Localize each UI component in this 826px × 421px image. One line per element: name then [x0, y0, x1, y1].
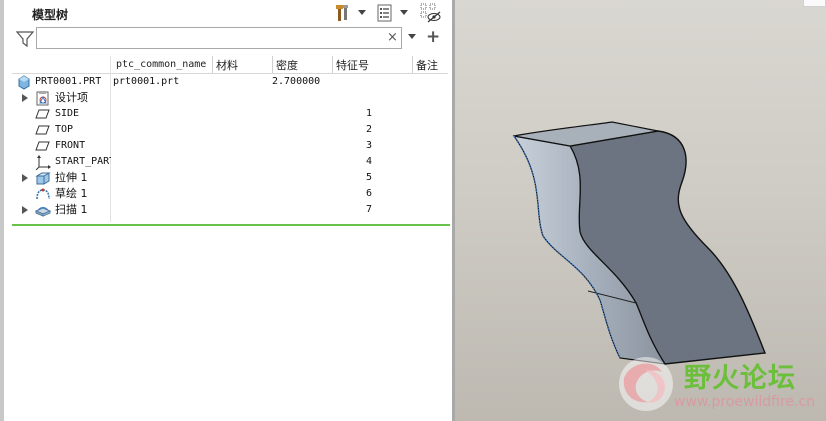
tree-item-label: SIDE [55, 108, 80, 119]
tree-item-label: PRT0001.PRT [35, 76, 102, 87]
tree-item-label: START_PART [55, 156, 111, 167]
expand-arrow-icon[interactable] [22, 206, 28, 214]
expand-arrow-icon[interactable] [22, 94, 28, 102]
panel-title: 模型树 [32, 8, 69, 22]
feature-number-cell: 1 [366, 108, 373, 119]
feature-number-cell: 4 [366, 156, 373, 167]
column-header-density[interactable]: 密度 [276, 57, 298, 73]
insert-here-indicator[interactable] [12, 224, 450, 226]
datum-plane-icon [35, 106, 51, 122]
design-items-icon [35, 90, 51, 106]
density-cell: 2.700000 [272, 76, 321, 87]
part-icon [16, 74, 32, 90]
tree-item-label: 扫描 1 [55, 203, 88, 216]
tree-item-label: 设计项 [55, 91, 88, 104]
tree-row-design-items[interactable]: 设计项 [4, 90, 452, 106]
search-input[interactable] [36, 27, 402, 49]
feature-number-cell: 5 [366, 172, 373, 183]
tree-row-sketch[interactable]: 草绘 1 6 [4, 186, 452, 202]
column-header-feature-number[interactable]: 特征号 [336, 57, 369, 73]
sketch-icon [35, 186, 51, 202]
common-name-cell: prt0001.prt [113, 76, 180, 87]
column-divider[interactable] [412, 56, 413, 74]
coordinate-system-icon [35, 154, 51, 171]
tree-row-side[interactable]: SIDE 1 [4, 106, 452, 122]
clear-search-icon[interactable]: × [387, 30, 398, 45]
settings-tools-icon[interactable] [332, 2, 352, 24]
feature-number-cell: 7 [366, 204, 373, 215]
graphics-viewport[interactable]: 野火论坛 www.proewildfire.cn [455, 0, 826, 421]
watermark-url: www.proewildfire.cn [674, 394, 816, 410]
show-list-icon[interactable] [374, 2, 396, 24]
tree-item-label: 草绘 1 [55, 187, 88, 200]
tree-row-extrude[interactable]: 拉伸 1 5 [4, 170, 452, 186]
search-dropdown-icon[interactable] [408, 34, 416, 39]
tree-item-label: TOP [55, 124, 74, 135]
expand-arrow-icon[interactable] [22, 174, 28, 182]
settings-dropdown-icon[interactable] [356, 2, 368, 24]
datum-plane-icon [35, 122, 51, 138]
add-column-icon[interactable]: + [426, 27, 440, 47]
sweep-icon [34, 202, 52, 218]
extrude-icon [35, 170, 51, 186]
model-tree-panel: 模型树 × + ptc_common_name 材料 密度 特征号 备注 PRT… [4, 0, 452, 421]
feature-number-cell: 6 [366, 188, 373, 199]
viewport-corner-box [803, 0, 826, 7]
filter-icon[interactable] [15, 30, 35, 48]
tree-row-part[interactable]: PRT0001.PRT prt0001.prt 2.700000 [4, 74, 452, 90]
watermark-logo-icon [619, 357, 673, 411]
tree-item-label: 拉伸 1 [55, 171, 88, 184]
tree-row-front[interactable]: FRONT 3 [4, 138, 452, 154]
watermark-title: 野火论坛 [684, 363, 796, 394]
column-divider[interactable] [212, 56, 213, 74]
feature-number-cell: 3 [366, 140, 373, 151]
column-header-notes[interactable]: 备注 [416, 57, 438, 73]
tree-row-start-part[interactable]: START_PART 4 [4, 154, 452, 171]
tree-filter-eye-icon[interactable] [418, 2, 442, 24]
tree-item-label: FRONT [55, 140, 86, 151]
datum-plane-icon [35, 138, 51, 154]
column-divider[interactable] [272, 56, 273, 74]
show-dropdown-icon[interactable] [398, 2, 410, 24]
tree-row-sweep[interactable]: 扫描 1 7 [4, 202, 452, 218]
tree-row-top[interactable]: TOP 2 [4, 122, 452, 138]
column-header-material[interactable]: 材料 [216, 57, 238, 73]
feature-number-cell: 2 [366, 124, 373, 135]
column-divider[interactable] [332, 56, 333, 74]
watermark: 野火论坛 www.proewildfire.cn [612, 352, 824, 418]
